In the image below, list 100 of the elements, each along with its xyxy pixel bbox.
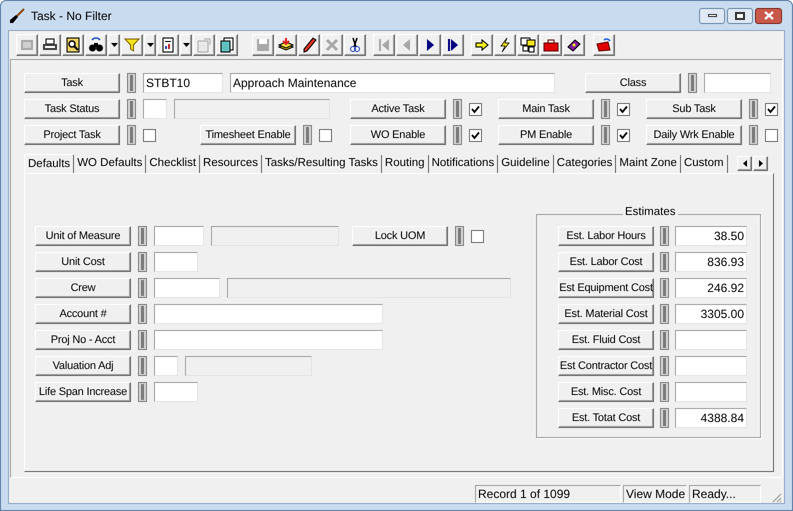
- tab[interactable]: Categories: [554, 155, 616, 173]
- arrow-right-icon: [474, 36, 490, 52]
- checkbox[interactable]: [469, 128, 482, 142]
- checkbox[interactable]: [765, 102, 778, 116]
- checkbox[interactable]: [471, 230, 484, 242]
- field-label-button[interactable]: Project Task: [24, 125, 120, 145]
- tab[interactable]: Notifications: [428, 155, 498, 173]
- field-label-button[interactable]: Valuation Adj: [35, 356, 131, 376]
- field-label-button[interactable]: Sub Task: [646, 99, 742, 119]
- toolbar-button[interactable]: [494, 34, 516, 56]
- dropdown-button[interactable]: [144, 34, 156, 56]
- field-label-button[interactable]: Timesheet Enable: [200, 125, 296, 145]
- toolbar-button[interactable]: [216, 34, 238, 56]
- tab[interactable]: Routing: [382, 155, 429, 173]
- grip-icon: [138, 226, 147, 246]
- text-field[interactable]: [154, 356, 178, 376]
- text-field[interactable]: [154, 304, 383, 324]
- text-field[interactable]: [154, 252, 198, 272]
- text-field[interactable]: 836.93: [675, 252, 747, 272]
- field-label-button[interactable]: Est. Labor Hours: [558, 226, 654, 246]
- field-label-button[interactable]: Est. Totat Cost: [558, 408, 654, 428]
- maximize-button[interactable]: [727, 8, 753, 24]
- field-label-button[interactable]: PM Enable: [498, 125, 594, 145]
- tab[interactable]: Resources: [200, 155, 262, 173]
- triangle-left-icon: [742, 160, 746, 167]
- tab-scroll-button[interactable]: [737, 156, 752, 171]
- checkbox[interactable]: [143, 128, 156, 142]
- copy-icon: [219, 36, 235, 52]
- field-label-button[interactable]: Lock UOM: [352, 226, 448, 246]
- toolbar-button[interactable]: [593, 34, 615, 56]
- field-label-button[interactable]: Active Task: [350, 99, 446, 119]
- shovel-icon: [9, 8, 25, 24]
- text-field[interactable]: 3305.00: [675, 304, 747, 324]
- text-field[interactable]: [675, 382, 747, 402]
- text-field[interactable]: [154, 382, 198, 402]
- text-field[interactable]: 38.50: [675, 226, 747, 246]
- field-label-button[interactable]: Unit of Measure: [35, 226, 131, 246]
- tab[interactable]: Tasks/Resulting Tasks: [262, 155, 382, 173]
- text-field[interactable]: Approach Maintenance: [230, 73, 555, 93]
- field-label-button[interactable]: Est. Labor Cost: [558, 252, 654, 272]
- toolbar-button[interactable]: [419, 34, 441, 56]
- field-label-button[interactable]: Account #: [35, 304, 131, 324]
- toolbar-button[interactable]: [85, 34, 107, 56]
- tab[interactable]: Custom: [680, 155, 728, 173]
- close-button[interactable]: [755, 8, 782, 24]
- dropdown-button[interactable]: [180, 34, 192, 56]
- field-label-button[interactable]: Est Equipment Cost: [558, 278, 654, 298]
- toolbar-button[interactable]: [442, 34, 464, 56]
- field-label-button[interactable]: Task: [24, 73, 120, 93]
- text-field[interactable]: [704, 73, 771, 93]
- text-field[interactable]: 246.92: [675, 278, 747, 298]
- tab[interactable]: Checklist: [146, 155, 200, 173]
- field-label-button[interactable]: Task Status: [24, 99, 120, 119]
- field-label-button[interactable]: Class: [585, 73, 681, 93]
- toolbar-button[interactable]: [39, 34, 61, 56]
- text-field[interactable]: [675, 330, 747, 350]
- field-label-button[interactable]: Est. Fluid Cost: [558, 330, 654, 350]
- minimize-button[interactable]: [699, 8, 725, 24]
- checkbox[interactable]: [319, 128, 332, 142]
- tab-scroll-button[interactable]: [753, 156, 768, 171]
- field-label-button[interactable]: Life Span Increase: [35, 382, 131, 402]
- field-label-button[interactable]: Crew: [35, 278, 131, 298]
- grip-icon: [660, 356, 669, 376]
- toolbar-button[interactable]: [471, 34, 493, 56]
- checkbox[interactable]: [617, 128, 630, 142]
- toolbar-button[interactable]: [157, 34, 179, 56]
- grip-icon: [453, 125, 462, 145]
- field-label-button[interactable]: Proj No - Acct: [35, 330, 131, 350]
- field-label-button[interactable]: Est Contractor Cost: [558, 356, 654, 376]
- tab[interactable]: Guideline: [498, 155, 554, 173]
- text-field[interactable]: [154, 330, 383, 350]
- toolbar-button[interactable]: [298, 34, 320, 56]
- dropdown-button[interactable]: [108, 34, 120, 56]
- toolbar-button[interactable]: [62, 34, 84, 56]
- field-label-button[interactable]: Daily Wrk Enable: [646, 125, 742, 145]
- toolbar-button[interactable]: [275, 34, 297, 56]
- tab[interactable]: WO Defaults: [74, 155, 146, 173]
- field-label-button[interactable]: Est. Misc. Cost: [558, 382, 654, 402]
- toolbar-button[interactable]: [517, 34, 539, 56]
- text-field[interactable]: 4388.84: [675, 408, 747, 428]
- text-field[interactable]: STBT10: [143, 73, 223, 93]
- field-label-button[interactable]: Main Task: [498, 99, 594, 119]
- text-field[interactable]: [154, 226, 204, 246]
- tab[interactable]: Maint Zone: [616, 155, 681, 173]
- field-label-button[interactable]: WO Enable: [350, 125, 446, 145]
- toolbar-button[interactable]: [540, 34, 562, 56]
- checkbox[interactable]: [765, 128, 778, 142]
- field-label-button[interactable]: Est. Material Cost: [558, 304, 654, 324]
- text-field[interactable]: [675, 356, 747, 376]
- text-field[interactable]: [143, 99, 167, 119]
- checkbox[interactable]: [617, 102, 630, 116]
- tab[interactable]: Defaults: [24, 154, 74, 173]
- toolbar-button[interactable]: [563, 34, 585, 56]
- toolbar-button[interactable]: [344, 34, 366, 56]
- field-label-button[interactable]: Unit Cost: [35, 252, 131, 272]
- magnifier-icon: [65, 36, 81, 52]
- resize-grip-icon: [771, 492, 782, 503]
- text-field[interactable]: [154, 278, 220, 298]
- document-icon: [160, 36, 176, 52]
- checkbox[interactable]: [469, 102, 482, 116]
